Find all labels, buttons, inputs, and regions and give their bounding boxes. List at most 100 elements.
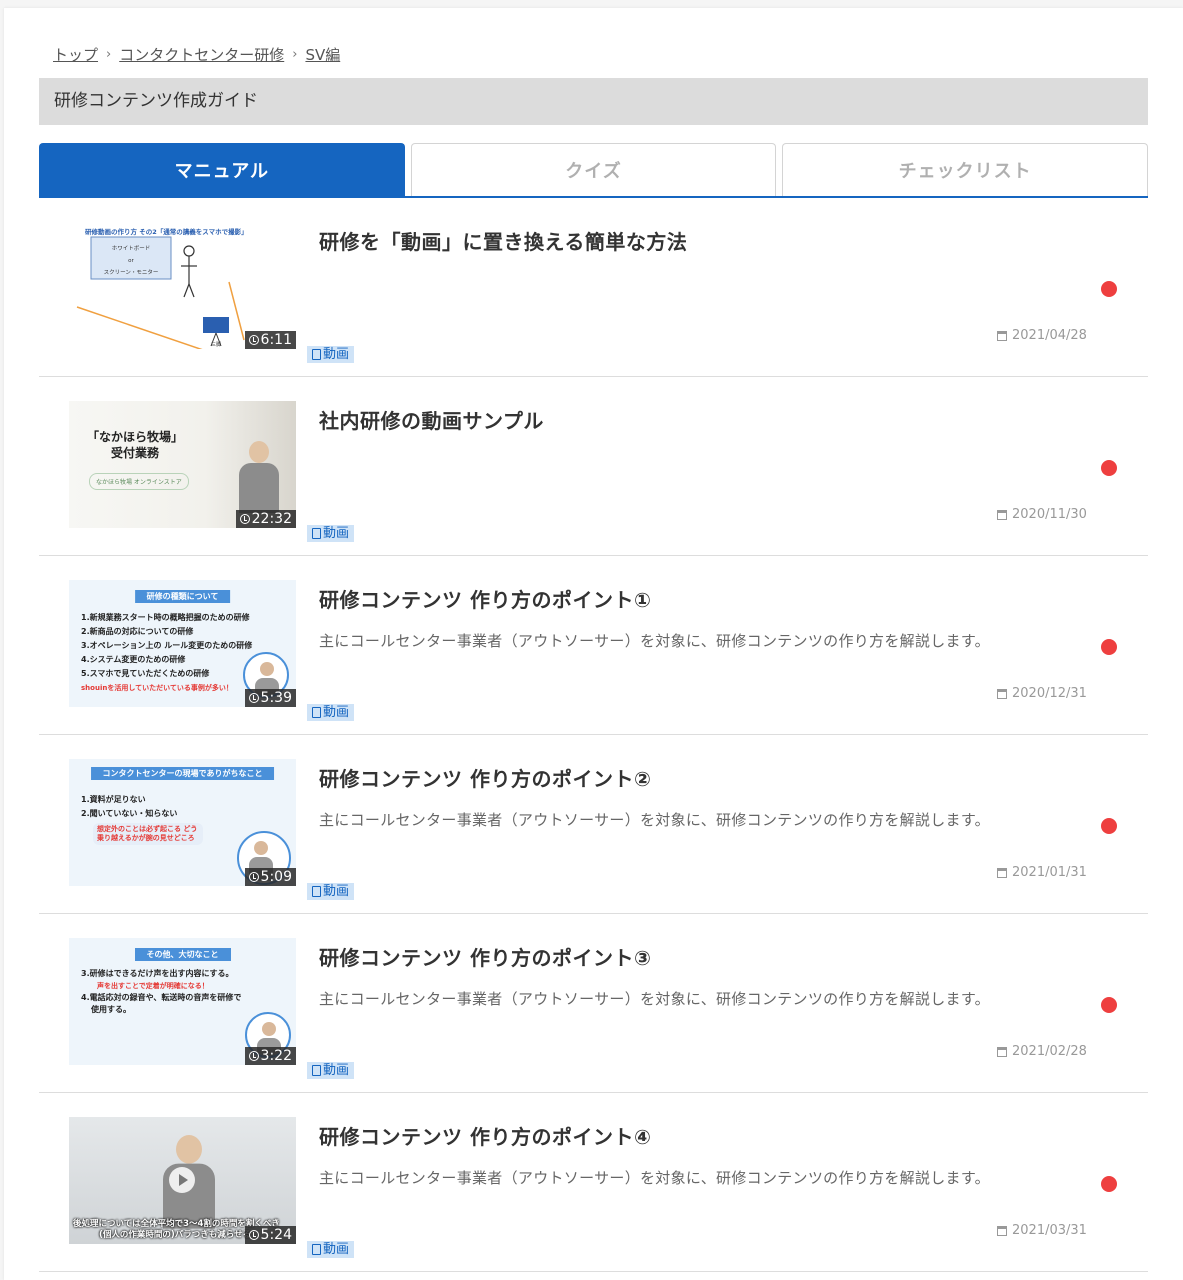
- video-thumbnail[interactable]: 後処理については全体平均で3〜4割の時間を割くべき (個人の作業時間の)バラつき…: [69, 1117, 296, 1244]
- breadcrumb-contact-center-link[interactable]: コンタクトセンター研修: [119, 44, 284, 65]
- video-thumbnail[interactable]: 研修動画の作り方 その2「通常の講義をスマホで撮影」 ホワイトボード or スク…: [69, 222, 296, 349]
- duration-badge: 5:39: [244, 689, 296, 707]
- date-text: 2021/02/28: [1012, 1044, 1087, 1059]
- breadcrumb-top-link[interactable]: トップ: [53, 44, 98, 65]
- thumbnail-text: 「なかほら牧場」 受付業務: [87, 429, 183, 461]
- list-item[interactable]: 「なかほら牧場」 受付業務 なかほら牧場 オンラインストア 22:32 動画 社…: [39, 377, 1148, 556]
- list-item[interactable]: 研修の種類について 1.新規業務スタート時の概略把握のための研修 2.新商品の対…: [39, 556, 1148, 735]
- date-text: 2021/04/28: [1012, 328, 1087, 343]
- duration-badge: 5:24: [244, 1226, 296, 1244]
- tab-checklist[interactable]: チェックリスト: [782, 143, 1149, 196]
- board-line: or: [128, 258, 134, 264]
- thumbnail-lines: 3.研修はできるだけ声を出す内容にする。 声を出すことで定着が明確になる！ 4.…: [81, 968, 241, 1016]
- video-thumbnail[interactable]: 「なかほら牧場」 受付業務 なかほら牧場 オンラインストア 22:32: [69, 401, 296, 528]
- document-icon: [312, 886, 321, 897]
- clock-icon: [248, 872, 259, 882]
- list-item[interactable]: 後処理については全体平均で3〜4割の時間を割くべき (個人の作業時間の)バラつき…: [39, 1093, 1148, 1272]
- calendar-icon: [997, 509, 1007, 520]
- page: トップ › コンタクトセンター研修 › SV編 研修コンテンツ作成ガイド マニュ…: [4, 8, 1183, 1280]
- item-date: 2021/01/31: [997, 865, 1087, 880]
- duration-badge: 6:11: [244, 331, 296, 349]
- calendar-icon: [997, 1046, 1007, 1057]
- video-tag: 動画: [307, 525, 355, 542]
- chevron-right-icon: ›: [292, 47, 298, 62]
- item-title[interactable]: 研修コンテンツ 作り方のポイント①: [319, 584, 651, 613]
- tag-label: 動画: [323, 1063, 350, 1078]
- duration-text: 22:32: [251, 511, 292, 527]
- tab-quiz[interactable]: クイズ: [410, 143, 777, 196]
- calendar-icon: [997, 688, 1007, 699]
- item-title[interactable]: 社内研修の動画サンプル: [319, 405, 544, 434]
- clock-icon: [248, 1051, 259, 1061]
- play-icon[interactable]: [169, 1167, 195, 1193]
- board-line: スクリーン・モニター: [103, 270, 159, 276]
- duration-text: 5:09: [260, 869, 292, 885]
- duration-text: 3:22: [260, 1048, 292, 1064]
- duration-badge: 22:32: [235, 510, 296, 528]
- date-text: 2021/03/31: [1012, 1223, 1087, 1238]
- video-tag: 動画: [307, 346, 355, 363]
- list-item[interactable]: 研修動画の作り方 その2「通常の講義をスマホで撮影」 ホワイトボード or スク…: [39, 198, 1148, 377]
- duration-text: 5:39: [260, 690, 292, 706]
- thumbnail-lines: 1.新規業務スタート時の概略把握のための研修 2.新商品の対応についての研修 3…: [81, 611, 252, 695]
- item-date: 2021/02/28: [997, 1044, 1087, 1059]
- thumbnail-highlight: 想定外のことは必ず起こる どう乗り越えるかが腕の見せどころ: [93, 823, 203, 845]
- breadcrumb-sv-link[interactable]: SV編: [305, 44, 340, 65]
- item-description: 主にコールセンター事業者（アウトソーサー）を対象に、研修コンテンツの作り方を解説…: [319, 632, 990, 650]
- thumbnail-line: 2.新商品の対応についての研修: [81, 627, 194, 636]
- clock-icon: [248, 693, 259, 703]
- thumbnail-line: 受付業務: [111, 446, 160, 460]
- item-date: 2021/03/31: [997, 1223, 1087, 1238]
- item-title[interactable]: 研修を「動画」に置き換える簡単な方法: [319, 226, 687, 255]
- calendar-icon: [997, 330, 1007, 341]
- thumbnail-line: 5.スマホで見ていただくための研修: [81, 669, 210, 678]
- content-list: 研修動画の作り方 その2「通常の講義をスマホで撮影」 ホワイトボード or スク…: [39, 198, 1148, 1272]
- thumbnail-heading: 研修の種類について: [134, 590, 231, 603]
- video-thumbnail[interactable]: その他、大切なこと 3.研修はできるだけ声を出す内容にする。 声を出すことで定着…: [69, 938, 296, 1065]
- item-title[interactable]: 研修コンテンツ 作り方のポイント③: [319, 942, 651, 971]
- unread-dot-icon: [1101, 1176, 1117, 1192]
- list-item[interactable]: その他、大切なこと 3.研修はできるだけ声を出す内容にする。 声を出すことで定着…: [39, 914, 1148, 1093]
- item-title[interactable]: 研修コンテンツ 作り方のポイント②: [319, 763, 651, 792]
- clock-icon: [248, 1230, 259, 1240]
- item-title[interactable]: 研修コンテンツ 作り方のポイント④: [319, 1121, 651, 1150]
- date-text: 2020/12/31: [1012, 686, 1087, 701]
- duration-badge: 5:09: [244, 868, 296, 886]
- video-tag: 動画: [307, 1241, 355, 1258]
- thumbnail-line: 3.オペレーション上の ルール変更のための研修: [81, 641, 253, 650]
- thumbnail-highlight: shouinを活用していただいている事例が多い！: [81, 684, 233, 692]
- video-tag: 動画: [307, 883, 355, 900]
- calendar-icon: [997, 1225, 1007, 1236]
- thumbnail-line: 4.電話応対の録音や、転送時の音声を研修で: [81, 993, 242, 1002]
- list-item[interactable]: コンタクトセンターの現場でありがちなこと 1.資料が足りない 2.聞いていない・…: [39, 735, 1148, 914]
- tag-label: 動画: [323, 884, 350, 899]
- thumbnail-highlight: 声を出すことで定着が明確になる！: [97, 982, 209, 990]
- thumbnail-line: 3.研修はできるだけ声を出す内容にする。: [81, 969, 234, 978]
- item-description: 主にコールセンター事業者（アウトソーサー）を対象に、研修コンテンツの作り方を解説…: [319, 811, 990, 829]
- tab-bar: マニュアル クイズ チェックリスト: [39, 143, 1149, 198]
- unread-dot-icon: [1101, 997, 1117, 1013]
- video-tag: 動画: [307, 1062, 355, 1079]
- item-date: 2020/11/30: [997, 507, 1087, 522]
- video-thumbnail[interactable]: 研修の種類について 1.新規業務スタート時の概略把握のための研修 2.新商品の対…: [69, 580, 296, 707]
- unread-dot-icon: [1101, 818, 1117, 834]
- breadcrumb: トップ › コンタクトセンター研修 › SV編: [53, 44, 340, 65]
- duration-badge: 3:22: [244, 1047, 296, 1065]
- tab-manual[interactable]: マニュアル: [39, 143, 405, 196]
- duration-text: 5:24: [260, 1227, 292, 1243]
- chevron-right-icon: ›: [106, 47, 112, 62]
- document-icon: [312, 1065, 321, 1076]
- duration-text: 6:11: [260, 332, 292, 348]
- item-description: 主にコールセンター事業者（アウトソーサー）を対象に、研修コンテンツの作り方を解説…: [319, 990, 990, 1008]
- calendar-icon: [997, 867, 1007, 878]
- document-icon: [312, 707, 321, 718]
- video-thumbnail[interactable]: コンタクトセンターの現場でありがちなこと 1.資料が足りない 2.聞いていない・…: [69, 759, 296, 886]
- tag-label: 動画: [323, 526, 350, 541]
- board-line: ホワイトボード: [111, 246, 151, 252]
- thumbnail-line: 1.資料が足りない: [81, 795, 146, 804]
- item-date: 2020/12/31: [997, 686, 1087, 701]
- thumbnail-line: 「なかほら牧場」: [87, 430, 184, 444]
- document-icon: [312, 349, 321, 360]
- video-tag: 動画: [307, 704, 355, 721]
- thumbnail-heading: 研修動画の作り方 その2「通常の講義をスマホで撮影」: [85, 228, 248, 236]
